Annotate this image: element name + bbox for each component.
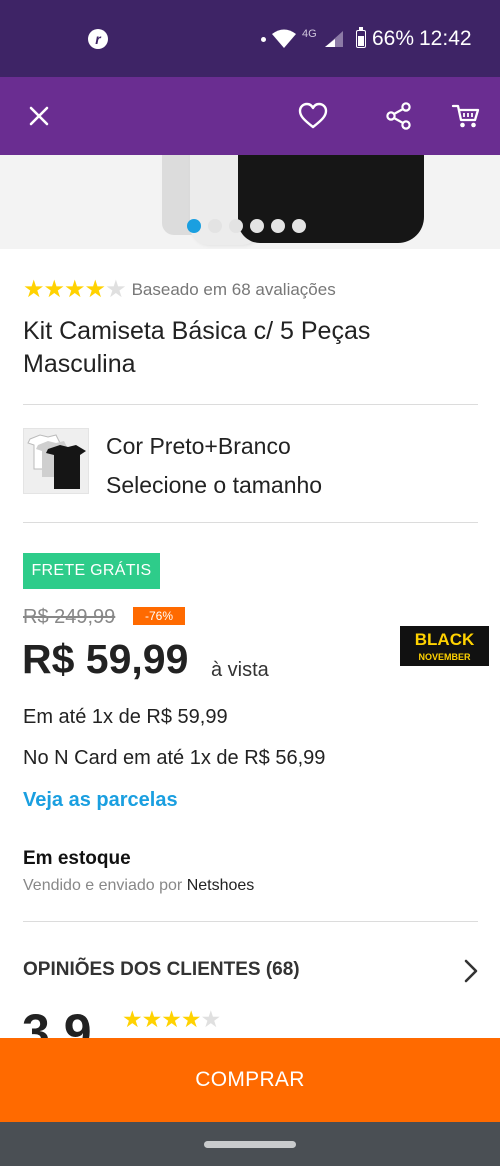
rating-stars: ★ ★ ★ ★ ★	[23, 276, 127, 303]
notification-dot-icon	[261, 37, 266, 42]
seller-info: Vendido e enviado por Netshoes	[23, 877, 254, 895]
chevron-right-icon[interactable]	[460, 958, 482, 984]
current-price: R$ 59,99	[22, 636, 189, 682]
installments-link[interactable]: Veja as parcelas	[23, 789, 178, 812]
product-rating[interactable]: ★ ★ ★ ★ ★ Baseado em 68 avaliações	[23, 278, 336, 302]
seller-prefix: Vendido e enviado por	[23, 877, 187, 894]
star-filled-icon: ★	[84, 276, 107, 303]
system-navigation-bar	[0, 1122, 500, 1166]
carousel-dot-5[interactable]	[271, 219, 285, 233]
black-november-badge: BLACK NOVEMBER	[400, 626, 489, 666]
carousel-dot-1[interactable]	[187, 219, 201, 233]
carousel-dot-6[interactable]	[292, 219, 306, 233]
free-shipping-badge: FRETE GRÁTIS	[23, 553, 160, 589]
divider	[23, 921, 478, 922]
carousel-dots	[187, 219, 306, 233]
star-empty-icon: ★	[200, 1006, 222, 1032]
carousel-dot-4[interactable]	[250, 219, 264, 233]
product-image-carousel[interactable]	[0, 155, 500, 249]
star-filled-icon: ★	[180, 1006, 202, 1032]
close-icon[interactable]	[22, 99, 56, 133]
star-filled-icon: ★	[161, 1006, 182, 1032]
wifi-icon	[272, 29, 296, 48]
ncard-installment-info: No N Card em até 1x de R$ 56,99	[23, 747, 326, 769]
badge-line-1: BLACK	[414, 630, 475, 649]
price-payment-suffix: à vista	[211, 659, 269, 681]
customer-reviews-header[interactable]: OPINIÕES DOS CLIENTES (68)	[23, 959, 300, 981]
stock-status: Em estoque	[23, 848, 131, 869]
discount-badge: -76%	[133, 607, 185, 625]
favorite-heart-icon[interactable]	[296, 99, 330, 133]
buy-button[interactable]: COMPRAR	[0, 1038, 500, 1122]
star-filled-icon: ★	[64, 276, 86, 303]
seller-name: Netshoes	[186, 877, 255, 894]
product-title: Kit Camiseta Básica c/ 5 Peças Masculina	[23, 317, 371, 378]
divider	[23, 522, 478, 523]
installment-info: Em até 1x de R$ 59,99	[23, 706, 228, 728]
badge-line-2: NOVEMBER	[418, 652, 471, 662]
star-empty-icon: ★	[105, 276, 127, 303]
app-bar	[0, 77, 500, 155]
app-notification-icon: r	[88, 29, 108, 49]
divider	[23, 404, 478, 405]
home-gesture-handle[interactable]	[204, 1141, 296, 1148]
variant-thumbnail[interactable]	[23, 428, 89, 494]
star-filled-icon: ★	[43, 276, 66, 303]
cart-icon[interactable]	[449, 99, 483, 133]
signal-icon	[325, 31, 343, 47]
clock: 12:42	[419, 27, 472, 50]
network-type-label: 4G	[302, 28, 317, 40]
buy-bar: COMPRAR	[0, 1038, 500, 1122]
battery-icon	[356, 27, 366, 48]
star-filled-icon: ★	[23, 276, 45, 303]
average-rating-stars: ★ ★ ★ ★ ★	[122, 1006, 222, 1032]
share-icon[interactable]	[382, 99, 416, 133]
selected-color[interactable]: Cor Preto+Branco	[106, 433, 291, 460]
original-price: R$ 249,99	[23, 606, 116, 628]
battery-percent: 66%	[372, 27, 415, 50]
star-filled-icon: ★	[141, 1006, 163, 1032]
status-bar: r 4G 66% 12:42	[0, 0, 500, 77]
star-filled-icon: ★	[122, 1006, 143, 1032]
size-selector[interactable]: Selecione o tamanho	[106, 472, 322, 499]
rating-summary: Baseado em 68 avaliações	[131, 280, 336, 299]
carousel-dot-3[interactable]	[229, 219, 243, 233]
carousel-dot-2[interactable]	[208, 219, 222, 233]
